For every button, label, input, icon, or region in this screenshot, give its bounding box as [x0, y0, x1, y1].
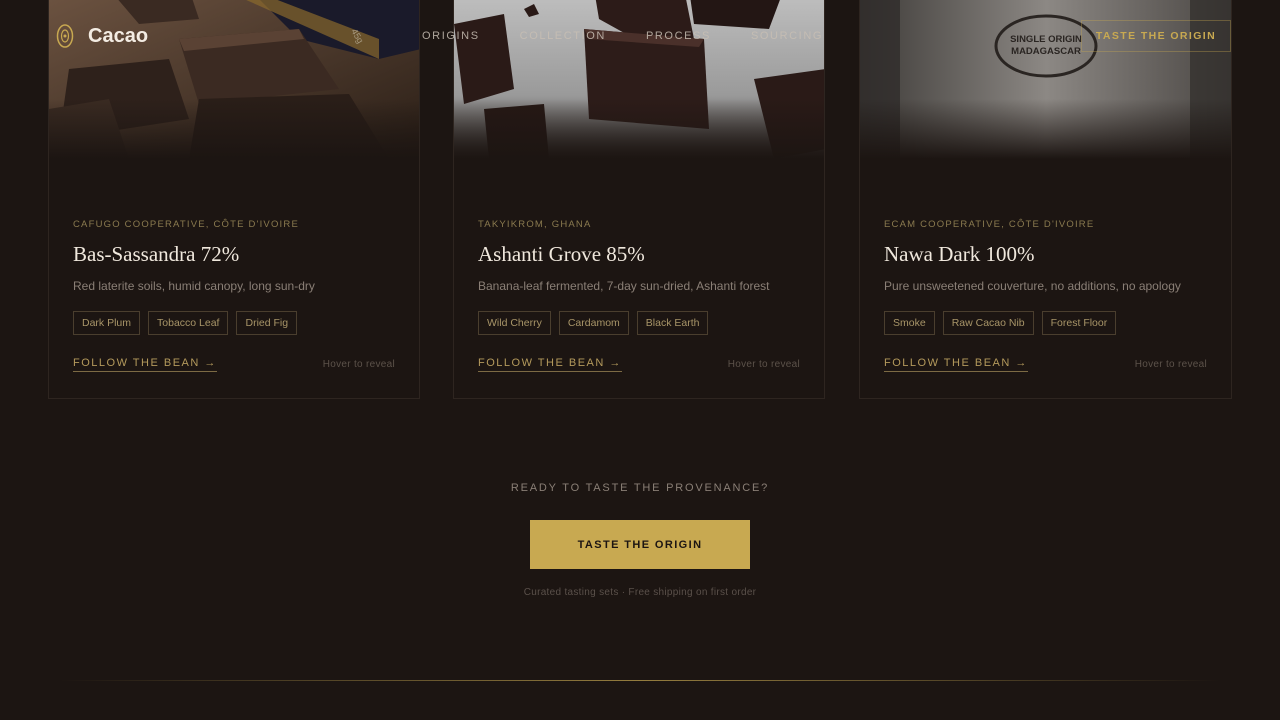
nav-link-collection[interactable]: COLLECTION [520, 30, 606, 42]
nav-taste-the-origin-button[interactable]: TASTE THE ORIGIN [1081, 20, 1231, 52]
tasting-note-tag: Tobacco Leaf [148, 311, 229, 335]
card-origin: TAKYIKROM, GHANA [478, 219, 592, 230]
nav-link-process[interactable]: PROCESS [646, 30, 711, 42]
card-title: Bas-Sassandra 72% [73, 242, 240, 266]
card-origin: ECAM COOPERATIVE, CÔTE D'IVOIRE [884, 219, 1095, 230]
follow-the-bean-link[interactable]: FOLLOW THE BEAN → [73, 357, 217, 372]
follow-the-bean-link[interactable]: FOLLOW THE BEAN → [884, 357, 1028, 372]
tasting-note-tag: Forest Floor [1041, 311, 1117, 335]
tasting-notes: Smoke Raw Cacao Nib Forest Floor [884, 311, 1207, 335]
card-description: Red laterite soils, humid canopy, long s… [73, 279, 315, 293]
hover-hint: Hover to reveal [727, 359, 800, 370]
tasting-note-tag: Dried Fig [236, 311, 298, 335]
top-nav: Cacao ORIGINS COLLECTION PROCESS SOURCIN… [0, 0, 1280, 72]
tasting-notes: Dark Plum Tobacco Leaf Dried Fig [73, 311, 395, 335]
brand-name: Cacao [88, 24, 149, 47]
brand-logo[interactable]: Cacao [56, 24, 148, 48]
cta-kicker: READY TO TASTE THE PROVENANCE? [510, 482, 770, 494]
footer-divider [60, 680, 1220, 681]
card-title: Nawa Dark 100% [884, 242, 1035, 266]
tasting-note-tag: Dark Plum [73, 311, 141, 335]
card-title: Ashanti Grove 85% [478, 242, 645, 266]
tasting-note-tag: Wild Cherry [478, 311, 551, 335]
tasting-note-tag: Smoke [884, 311, 935, 335]
tasting-note-tag: Black Earth [636, 311, 709, 335]
nav-links: ORIGINS COLLECTION PROCESS SOURCING [422, 30, 823, 42]
cacao-pod-icon [56, 24, 74, 48]
tasting-notes: Wild Cherry Cardamom Black Earth [478, 311, 800, 335]
card-origin: CAFUGO COOPERATIVE, CÔTE D'IVOIRE [73, 219, 299, 230]
taste-the-origin-button[interactable]: TASTE THE ORIGIN [530, 520, 750, 569]
hover-hint: Hover to reveal [1134, 359, 1207, 370]
nav-link-origins[interactable]: ORIGINS [422, 30, 480, 42]
cta-note: Curated tasting sets · Free shipping on … [523, 587, 757, 598]
hover-hint: Hover to reveal [322, 359, 395, 370]
tasting-note-tag: Cardamom [558, 311, 629, 335]
tasting-note-tag: Raw Cacao Nib [942, 311, 1034, 335]
card-description: Pure unsweetened couverture, no addition… [884, 279, 1181, 293]
nav-link-sourcing[interactable]: SOURCING [751, 30, 823, 42]
card-description: Banana-leaf fermented, 7-day sun-dried, … [478, 279, 770, 293]
follow-the-bean-link[interactable]: FOLLOW THE BEAN → [478, 357, 622, 372]
